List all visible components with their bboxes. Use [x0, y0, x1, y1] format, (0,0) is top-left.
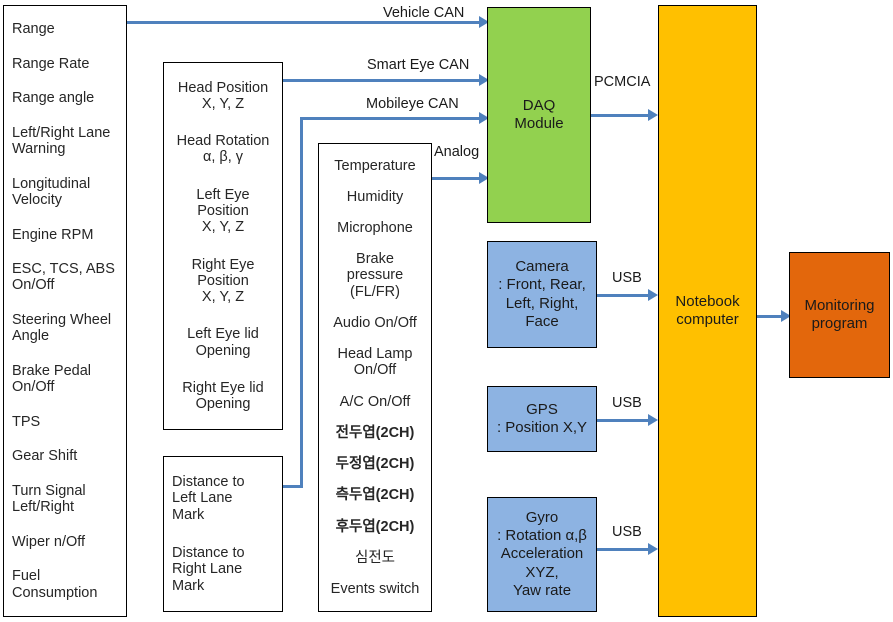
smart-eye-signal-item: Head Position X, Y, Z: [177, 79, 269, 112]
vehicle-can-signal-item: Turn Signal Left/Right: [12, 482, 86, 516]
vehicle-can-signal-item: Left/Right Lane Warning: [12, 124, 111, 158]
label-usb-gyro: USB: [612, 524, 642, 540]
connector-notebook-monitor-line: [757, 315, 781, 318]
connector-analog-line: [432, 177, 479, 180]
vehicle-can-signal-item: Wiper n/Off: [12, 533, 86, 550]
vehicle-can-signal-item: ESC, TCS, ABS On/Off: [12, 261, 115, 294]
connector-pcmcia-arrow: [648, 109, 658, 121]
analog-signal-item: 전두엽(2CH): [335, 424, 415, 441]
vehicle-can-signal-item: Range: [12, 21, 55, 38]
vehicle-can-signal-item: Fuel Consumption: [12, 568, 98, 601]
notebook-computer-block[interactable]: Notebook computer: [658, 5, 757, 617]
smart-eye-signal-list: Head Position X, Y, Z Head Rotation α, β,…: [163, 62, 283, 430]
smart-eye-signal-item: Right Eye Position X, Y, Z: [191, 256, 255, 305]
label-analog: Analog: [434, 144, 480, 160]
connector-smart-eye-can-line: [283, 79, 479, 82]
vehicle-can-signal-item: Brake Pedal On/Off: [12, 362, 91, 396]
analog-signal-item: Microphone: [337, 220, 413, 236]
analog-signal-item: Events switch: [330, 581, 420, 598]
smart-eye-signal-item: Left Eye Position X, Y, Z: [196, 186, 250, 236]
vehicle-can-signal-item: Steering Wheel Angle: [12, 312, 112, 345]
analog-signal-item: Brake pressure (FL/FR): [346, 251, 404, 300]
connector-usb-gyro-line: [597, 548, 648, 551]
label-pcmcia: PCMCIA: [594, 74, 651, 90]
label-vehicle-can: Vehicle CAN: [383, 5, 465, 21]
connector-mobileye-can-line: [300, 117, 479, 120]
connector-mobileye-can-riser: [300, 117, 303, 488]
mobileye-signal-list: Distance to Left Lane Mark Distance to Ri…: [163, 456, 283, 612]
analog-signal-item: Humidity: [346, 188, 404, 205]
vehicle-can-signal-item: Engine RPM: [12, 226, 94, 243]
label-mobileye-can: Mobileye CAN: [366, 96, 459, 112]
vehicle-can-signal-item: Range Rate: [12, 55, 90, 72]
smart-eye-signal-item: Left Eye lid Opening: [187, 326, 259, 359]
diagram-canvas: Vehicle CAN Smart Eye CAN Mobileye CAN A…: [0, 0, 893, 622]
analog-signal-item: Head Lamp On/Off: [337, 346, 413, 379]
smart-eye-signal-item: Right Eye lid Opening: [182, 379, 264, 413]
vehicle-can-signal-item: TPS: [12, 413, 41, 430]
connector-usb-camera-line: [597, 294, 648, 297]
gyro-block[interactable]: Gyro : Rotation α,β Acceleration XYZ, Ya…: [487, 497, 597, 612]
connector-usb-gps-arrow: [648, 414, 658, 426]
connector-usb-gps-line: [597, 419, 648, 422]
connector-vehicle-can-line: [127, 21, 479, 24]
analog-signal-item: 두정엽(2CH): [335, 456, 415, 473]
label-smart-eye-can: Smart Eye CAN: [367, 57, 470, 73]
connector-pcmcia-line: [591, 114, 648, 117]
mobileye-signal-item: Distance to Left Lane Mark: [172, 474, 245, 523]
vehicle-can-signal-item: Longitudinal Velocity: [12, 175, 91, 209]
analog-signal-list: Temperature Humidity Microphone Brake press…: [318, 143, 432, 612]
connector-usb-gyro-arrow: [648, 543, 658, 555]
vehicle-can-signal-list: Range Range Rate Range angle Left/Right Lan…: [3, 5, 127, 617]
analog-signal-item: A/C On/Off: [339, 393, 411, 410]
analog-signal-item: 측두엽(2CH): [335, 487, 415, 504]
connector-usb-camera-arrow: [648, 289, 658, 301]
analog-signal-item: 심전도: [354, 549, 396, 566]
vehicle-can-signal-item: Gear Shift: [12, 448, 78, 465]
label-usb-gps: USB: [612, 395, 642, 411]
vehicle-can-signal-item: Range angle: [12, 90, 95, 107]
daq-module-block[interactable]: DAQ Module: [487, 7, 591, 223]
analog-signal-item: 후두엽(2CH): [335, 518, 415, 535]
analog-signal-item: Audio On/Off: [333, 314, 417, 331]
gps-block[interactable]: GPS : Position X,Y: [487, 386, 597, 452]
monitoring-program-block[interactable]: Monitoring program: [789, 252, 890, 378]
smart-eye-signal-item: Head Rotation α, β, γ: [176, 133, 270, 166]
label-usb-camera: USB: [612, 270, 642, 286]
analog-signal-item: Temperature: [334, 157, 416, 174]
camera-block[interactable]: Camera : Front, Rear, Left, Right, Face: [487, 241, 597, 348]
mobileye-signal-item: Distance to Right Lane Mark: [172, 545, 245, 594]
